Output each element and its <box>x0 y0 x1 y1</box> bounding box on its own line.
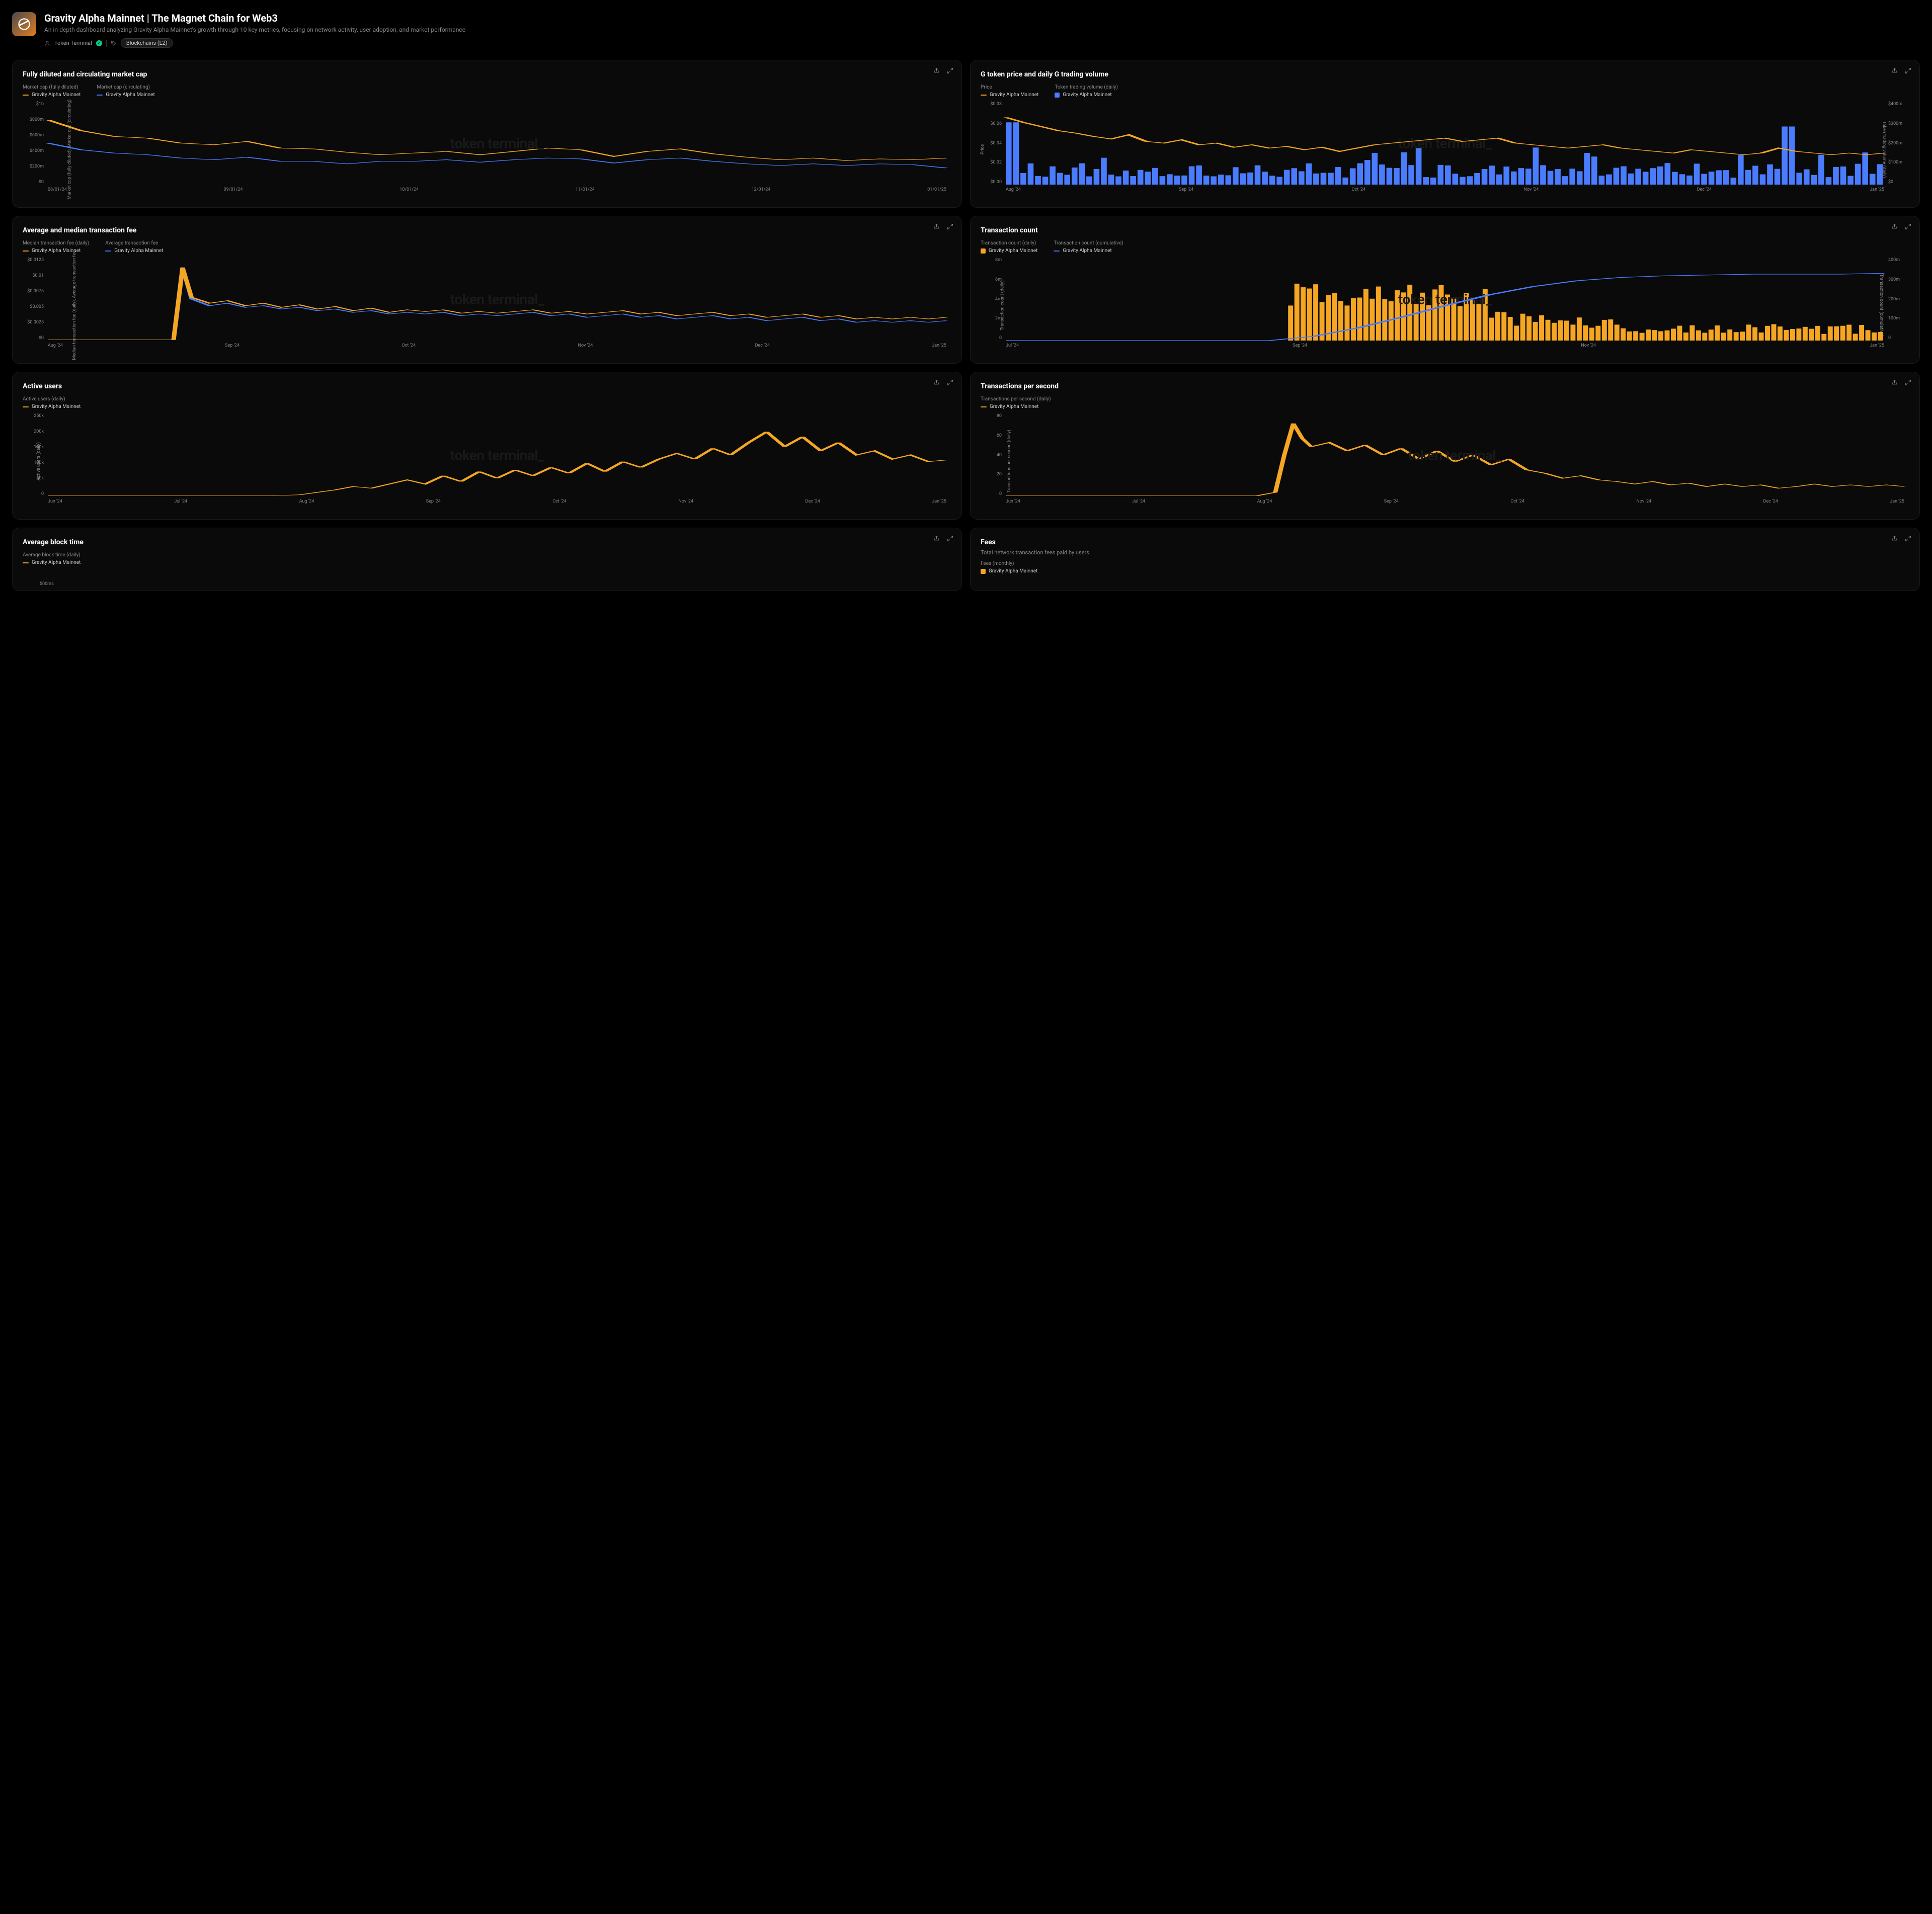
author-name: Token Terminal <box>54 40 92 46</box>
expand-icon[interactable] <box>947 379 953 386</box>
share-icon[interactable] <box>1891 379 1898 386</box>
card-title: Transaction count <box>981 226 1909 234</box>
x-ticks: 08/01/2409/01/2410/01/2411/01/2412/01/24… <box>48 187 946 197</box>
chart-plot: token terminal_ <box>1006 102 1884 185</box>
expand-icon[interactable] <box>947 223 953 230</box>
card-title: Fees <box>981 538 1909 546</box>
category-pill[interactable]: Blockchains (L2) <box>121 38 173 48</box>
verified-icon <box>96 40 102 46</box>
chart-plot: token terminal_ <box>48 413 946 496</box>
card-tps: Transactions per second Transactions per… <box>970 372 1920 520</box>
chart-plot: token terminal_ <box>48 102 946 185</box>
card-tx-fee: Average and median transaction fee Media… <box>12 216 962 364</box>
project-logo <box>12 12 36 36</box>
user-icon <box>44 40 50 46</box>
expand-icon[interactable] <box>947 535 953 542</box>
page-description: An in-depth dashboard analyzing Gravity … <box>44 26 465 33</box>
share-icon[interactable] <box>1891 67 1898 74</box>
share-icon[interactable] <box>1891 223 1898 230</box>
card-tx-count: Transaction count Transaction count (dai… <box>970 216 1920 364</box>
card-title: Active users <box>23 382 951 390</box>
expand-icon[interactable] <box>1905 223 1911 230</box>
chart-plot: token terminal_ <box>1006 258 1884 341</box>
card-title: Fully diluted and circulating market cap <box>23 70 951 78</box>
card-price-volume: G token price and daily G trading volume… <box>970 60 1920 208</box>
expand-icon[interactable] <box>1905 67 1911 74</box>
share-icon[interactable] <box>933 223 940 230</box>
expand-icon[interactable] <box>1905 535 1911 542</box>
card-subtitle: Total network transaction fees paid by u… <box>981 549 1909 556</box>
chart-plot: token terminal_ <box>48 258 946 341</box>
tag-icon <box>111 40 117 46</box>
share-icon[interactable] <box>933 67 940 74</box>
card-active-users: Active users Active users (daily)Gravity… <box>12 372 962 520</box>
card-block-time: Average block time Average block time (d… <box>12 528 962 591</box>
chart-plot: token terminal_ <box>1006 413 1904 496</box>
card-title: Transactions per second <box>981 382 1909 390</box>
card-title: G token price and daily G trading volume <box>981 70 1909 78</box>
share-icon[interactable] <box>933 535 940 542</box>
charts-grid: Fully diluted and circulating market cap… <box>12 60 1920 591</box>
card-title: Average and median transaction fee <box>23 226 951 234</box>
card-fees: Fees Total network transaction fees paid… <box>970 528 1920 591</box>
share-icon[interactable] <box>933 379 940 386</box>
card-marketcap: Fully diluted and circulating market cap… <box>12 60 962 208</box>
page-header: Gravity Alpha Mainnet | The Magnet Chain… <box>12 12 1920 48</box>
expand-icon[interactable] <box>947 67 953 74</box>
y-ticks: $1b$800m$600m$400m$200m$0 <box>23 102 47 185</box>
page-title: Gravity Alpha Mainnet | The Magnet Chain… <box>44 12 465 24</box>
share-icon[interactable] <box>1891 535 1898 542</box>
card-title: Average block time <box>23 538 951 546</box>
expand-icon[interactable] <box>1905 379 1911 386</box>
